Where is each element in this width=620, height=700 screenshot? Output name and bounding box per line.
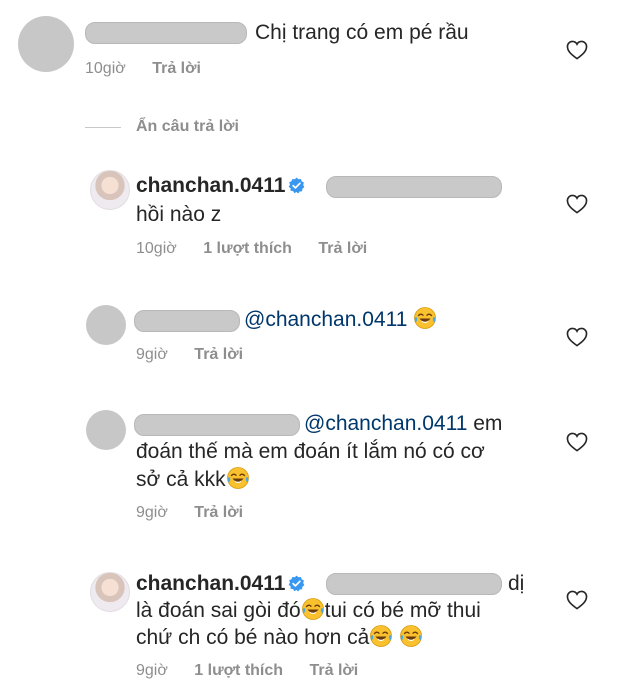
reply-text: hồi nào z bbox=[136, 203, 222, 226]
redacted-username bbox=[85, 22, 247, 44]
chanchan-avatar[interactable] bbox=[90, 572, 130, 612]
hide-replies-button[interactable]: Ẩn câu trả lời bbox=[136, 118, 239, 136]
face-with-tears-of-joy-emoji bbox=[226, 466, 250, 490]
mention-link[interactable]: @chanchan.0411 bbox=[304, 412, 467, 435]
reply-text-line3: chứ ch có bé nào hơn cả bbox=[136, 624, 423, 651]
face-with-tears-of-joy-emoji bbox=[399, 624, 423, 648]
reply-button[interactable]: Trả lời bbox=[194, 346, 243, 363]
reply-text-line3-text: sở cả kkk bbox=[136, 468, 226, 491]
likes-count-button[interactable]: 1 lượt thích bbox=[194, 662, 283, 679]
like-heart-icon[interactable] bbox=[566, 327, 588, 347]
reply-text-line1: em bbox=[473, 412, 503, 435]
face-with-tears-of-joy-emoji bbox=[369, 624, 393, 648]
comment-text: Chị trang có em pé rầu bbox=[255, 21, 469, 44]
hide-replies-divider bbox=[85, 127, 121, 128]
redacted-username bbox=[134, 414, 300, 436]
reply-text-line3: sở cả kkk bbox=[136, 466, 250, 493]
verified-badge-icon bbox=[288, 575, 305, 592]
reply-first-line: @chanchan.0411 bbox=[244, 306, 437, 333]
reply-meta: 9giờ 1 lượt thích Trả lời bbox=[136, 662, 380, 680]
likes-count-button[interactable]: 1 lượt thích bbox=[203, 240, 292, 257]
commenter-avatar[interactable] bbox=[86, 410, 126, 450]
reply-username[interactable]: chanchan.0411 bbox=[136, 174, 285, 197]
reply-first-line: chanchan.0411 bbox=[136, 172, 305, 199]
verified-badge-icon bbox=[288, 177, 305, 194]
face-with-tears-of-joy-emoji bbox=[301, 597, 325, 621]
reply-button[interactable]: Trả lời bbox=[152, 60, 201, 77]
reply-time: 9giờ bbox=[136, 346, 168, 363]
like-heart-icon[interactable] bbox=[566, 40, 588, 60]
reply-time: 9giờ bbox=[136, 662, 168, 679]
reply-username[interactable]: chanchan.0411 bbox=[136, 572, 285, 595]
redacted-mention bbox=[326, 176, 502, 198]
reply-text-line2: đoán thế mà em đoán ít lắm nó có cơ bbox=[136, 440, 485, 463]
reply-text-line2a: là đoán sai gòi đó bbox=[136, 599, 301, 622]
reply-text-line3-text: chứ ch có bé nào hơn cả bbox=[136, 626, 370, 649]
reply-text-line2: là đoán sai gòi đó tui có bé mỡ thui bbox=[136, 597, 481, 624]
redacted-username bbox=[134, 310, 240, 332]
reply-button[interactable]: Trả lời bbox=[318, 240, 367, 257]
like-heart-icon[interactable] bbox=[566, 194, 588, 214]
reply-button[interactable]: Trả lời bbox=[194, 504, 243, 521]
mention-link[interactable]: @chanchan.0411 bbox=[244, 308, 407, 331]
reply-first-line: chanchan.0411 bbox=[136, 570, 305, 597]
reply-meta: 9giờ Trả lời bbox=[136, 346, 265, 364]
reply-text-line2b: tui có bé mỡ thui bbox=[324, 599, 481, 622]
comment-time: 10giờ bbox=[85, 60, 126, 77]
comment-meta: 10giờ Trả lời bbox=[85, 60, 223, 78]
like-heart-icon[interactable] bbox=[566, 432, 588, 452]
face-with-tears-of-joy-emoji bbox=[413, 306, 437, 330]
reply-meta: 9giờ Trả lời bbox=[136, 504, 265, 522]
commenter-avatar[interactable] bbox=[18, 16, 74, 72]
reply-text-line1: dị bbox=[508, 572, 525, 595]
reply-meta: 10giờ 1 lượt thích Trả lời bbox=[136, 240, 389, 258]
like-heart-icon[interactable] bbox=[566, 590, 588, 610]
reply-time: 10giờ bbox=[136, 240, 177, 257]
reply-button[interactable]: Trả lời bbox=[310, 662, 359, 679]
reply-time: 9giờ bbox=[136, 504, 168, 521]
chanchan-avatar[interactable] bbox=[90, 170, 130, 210]
redacted-mention bbox=[326, 573, 502, 595]
reply-first-line: @chanchan.0411 em bbox=[304, 410, 502, 437]
commenter-avatar[interactable] bbox=[86, 305, 126, 345]
